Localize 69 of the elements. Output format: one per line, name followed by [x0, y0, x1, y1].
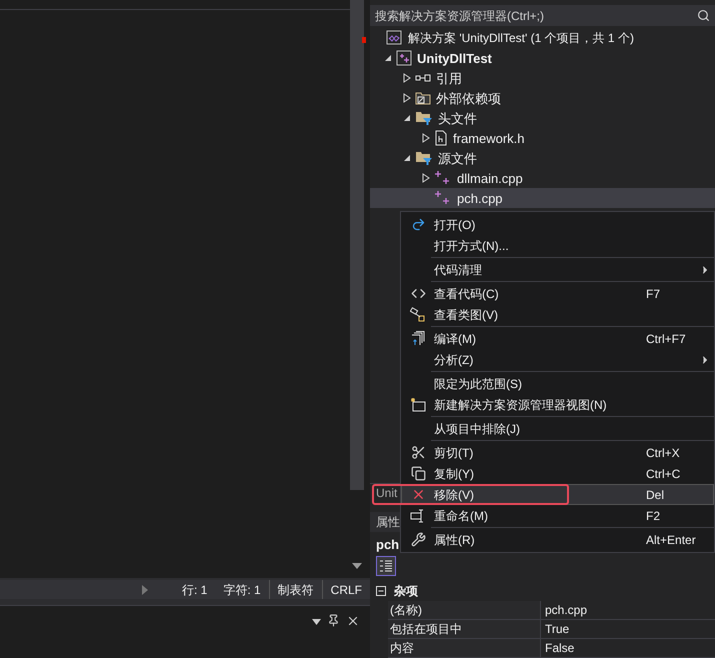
source-file-icon	[434, 170, 452, 186]
new-window-icon	[410, 396, 426, 412]
expanded-arrow-icon[interactable]	[384, 54, 392, 62]
property-value[interactable]: pch.cpp	[540, 601, 715, 620]
tree-item[interactable]: 外部依赖项	[370, 88, 715, 108]
status-item: 行: 1	[180, 582, 208, 598]
copy-icon	[410, 466, 426, 481]
menu-item[interactable]: 打开方式(N)...	[401, 235, 714, 256]
search-field[interactable]: 搜索解决方案资源管理器(Ctrl+;)	[370, 5, 715, 26]
scrollbar[interactable]	[350, 0, 364, 490]
property-name: 内容	[388, 639, 540, 658]
menu-item[interactable]: 打开(O)	[401, 214, 714, 235]
status-item[interactable]: 制表符	[268, 580, 322, 599]
property-name: (名称)	[388, 601, 540, 620]
scissors-icon	[410, 445, 426, 460]
collapsed-arrow-icon[interactable]	[422, 133, 430, 144]
collapsed-arrow-icon[interactable]	[403, 93, 411, 104]
menu-item[interactable]: 查看代码(C) F7	[401, 283, 714, 304]
menu-item[interactable]: 查看类图(V)	[401, 304, 714, 325]
object-name: pch	[375, 536, 400, 554]
collapsed-arrow-icon[interactable]	[422, 173, 430, 184]
tree-item[interactable]: framework.h	[370, 128, 715, 148]
filter-folder-icon	[415, 110, 433, 126]
menu-item[interactable]: 编译(M) Ctrl+F7	[401, 328, 714, 349]
status-item: 字符: 1	[222, 582, 262, 598]
code-icon	[410, 286, 426, 301]
redo-arrow-icon	[410, 217, 426, 232]
scroll-right-icon[interactable]	[142, 584, 148, 594]
pin-icon[interactable]	[327, 614, 340, 627]
project-icon	[396, 50, 412, 66]
tree-item[interactable]: 头文件	[370, 108, 715, 128]
menu-item[interactable]: 新建解决方案资源管理器视图(N)	[401, 394, 714, 415]
close-icon[interactable]	[346, 614, 360, 628]
categorized-view-icon[interactable]	[376, 556, 396, 576]
menu-item[interactable]: 复制(Y) Ctrl+C	[401, 463, 714, 484]
tree-item[interactable]: UnityDllTest	[370, 48, 715, 68]
collapsed-arrow-icon[interactable]	[403, 73, 411, 84]
tree-item[interactable]: 源文件	[370, 148, 715, 168]
menu-item[interactable]: 分析(Z)	[401, 349, 714, 370]
solution-icon	[386, 30, 402, 46]
tree-item[interactable]: 引用	[370, 68, 715, 88]
header-file-icon	[434, 130, 448, 146]
search-icon[interactable]	[697, 9, 710, 22]
category-label: 杂项	[394, 583, 418, 600]
menu-item[interactable]: 剪切(T) Ctrl+X	[401, 442, 714, 463]
wrench-icon	[410, 532, 426, 547]
filter-folder-icon	[415, 150, 433, 166]
compile-icon	[411, 330, 425, 346]
menu-item[interactable]: 属性(R) Alt+Enter	[401, 529, 714, 550]
folder-icon	[415, 91, 431, 106]
property-value[interactable]: True	[540, 620, 715, 639]
dropdown-arrow-icon[interactable]	[312, 619, 321, 625]
collapse-icon[interactable]	[376, 586, 386, 596]
property-value[interactable]: False	[540, 639, 715, 658]
references-icon	[415, 73, 431, 84]
tree-item[interactable]: pch.cpp	[370, 188, 715, 208]
expanded-arrow-icon[interactable]	[403, 114, 411, 122]
tree-item[interactable]: dllmain.cpp	[370, 168, 715, 188]
class-diagram-icon	[410, 306, 426, 322]
source-file-icon	[434, 190, 452, 206]
dropdown-arrow-icon[interactable]	[352, 563, 362, 569]
tree-item[interactable]: 解决方案 'UnityDllTest' (1 个项目，共 1 个)	[370, 28, 715, 48]
menu-item[interactable]: 代码清理	[401, 259, 714, 280]
expanded-arrow-icon[interactable]	[403, 154, 411, 162]
rename-icon	[410, 508, 426, 522]
menu-item[interactable]: 限定为此范围(S)	[401, 373, 714, 394]
change-marker	[362, 37, 366, 43]
property-name: 包括在项目中	[388, 620, 540, 639]
menu-item[interactable]: 从项目中排除(J)	[401, 418, 714, 439]
